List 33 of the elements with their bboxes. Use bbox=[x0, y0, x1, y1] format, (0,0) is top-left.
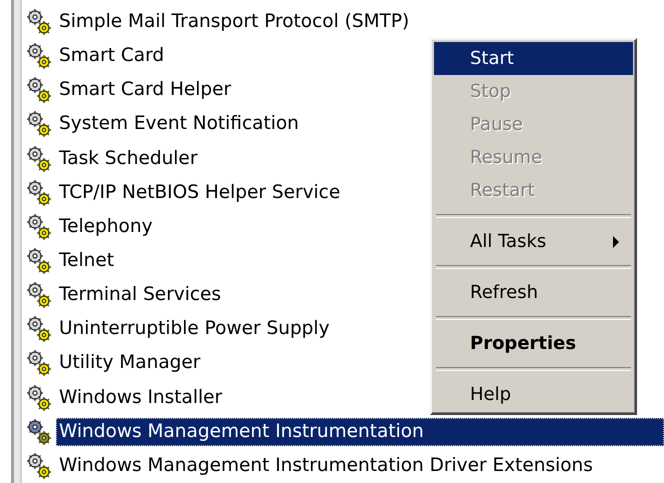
menu-item[interactable]: Help bbox=[434, 378, 633, 411]
gears-icon bbox=[24, 109, 54, 140]
service-item[interactable]: Windows Management Instrumentation bbox=[56, 418, 664, 446]
service-item[interactable]: Smart Card Helper bbox=[56, 76, 234, 104]
gears-icon bbox=[24, 382, 54, 413]
service-item[interactable]: Uninterruptible Power Supply bbox=[56, 315, 333, 344]
menu-item[interactable]: Start bbox=[434, 42, 633, 75]
gears-icon bbox=[24, 314, 54, 344]
service-item[interactable]: Telephony bbox=[56, 212, 156, 241]
service-item[interactable]: Windows Management Instrumentation Driver Extensions bbox=[56, 452, 596, 480]
gears-icon bbox=[24, 178, 54, 208]
service-item[interactable]: System Event Notification bbox=[56, 110, 302, 138]
service-item[interactable]: Terminal Services bbox=[56, 281, 224, 310]
service-item[interactable]: TCP/IP NetBIOS Helper Service bbox=[56, 178, 344, 207]
gears-icon bbox=[24, 75, 54, 106]
service-item[interactable]: Telnet bbox=[56, 247, 118, 276]
gears-icon bbox=[24, 41, 54, 72]
submenu-arrow-icon bbox=[613, 236, 619, 248]
gears-icon bbox=[24, 416, 54, 447]
gears-icon bbox=[24, 144, 54, 174]
menu-item[interactable]: Properties bbox=[434, 327, 633, 360]
service-item[interactable]: Windows Installer bbox=[56, 384, 226, 412]
service-item[interactable]: Task Scheduler bbox=[56, 144, 200, 173]
service-item[interactable]: Simple Mail Transport Protocol (SMTP) bbox=[56, 8, 412, 36]
gears-icon bbox=[24, 212, 54, 242]
gears-icon bbox=[24, 280, 54, 310]
menu-item[interactable]: Refresh bbox=[434, 276, 633, 309]
gears-icon bbox=[24, 7, 54, 38]
service-item[interactable]: Utility Manager bbox=[56, 349, 204, 378]
gears-icon bbox=[24, 348, 54, 378]
service-item[interactable]: Smart Card bbox=[56, 42, 168, 70]
gears-icon bbox=[24, 246, 54, 276]
menu-item[interactable]: All Tasks bbox=[434, 225, 633, 258]
